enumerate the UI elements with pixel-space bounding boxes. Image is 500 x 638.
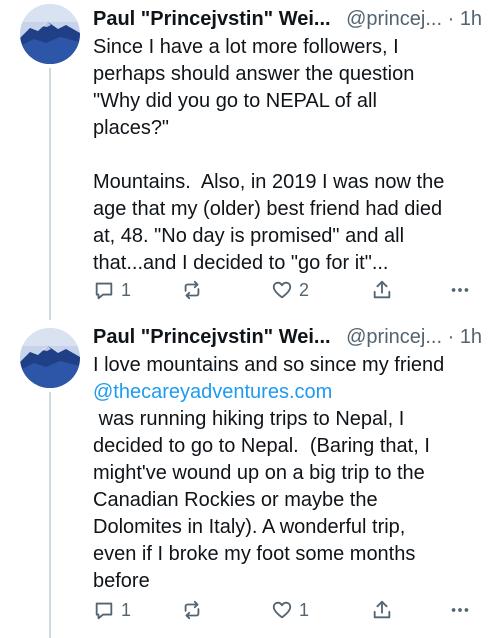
post-text-intro: I love mountains and so since my friend [93,354,445,376]
reply-icon [95,602,113,620]
author-handle[interactable]: @princej... [346,326,442,348]
like-button[interactable]: 2 [271,276,309,304]
reply-count: 1 [121,279,132,300]
repost-button[interactable] [181,596,203,624]
like-count: 1 [299,599,310,620]
reply-button[interactable]: 1 [93,276,131,304]
heart-icon [272,601,292,619]
repost-button[interactable] [181,276,203,304]
more-icon [451,288,469,292]
more-options-button[interactable] [449,276,471,304]
mountain-avatar-image [20,328,80,388]
post-text: Since I have a lot more followers, I per… [93,36,445,274]
action-bar: 1 1 [93,596,478,624]
more-options-button[interactable] [449,596,471,624]
avatar[interactable] [20,328,80,388]
share-icon [373,280,391,299]
separator-dot: · [447,8,455,30]
author-handle[interactable]: @princej... [346,8,442,30]
post-1[interactable]: Paul "Princejvstin" Wei... @princej... ·… [0,0,500,320]
post-text-rest: was running hiking trips to Nepal, I dec… [93,408,430,592]
mountain-avatar-image [20,4,80,64]
action-bar: 1 2 [93,276,478,304]
post-header: Paul "Princejvstin" Wei... @princej... ·… [93,4,488,34]
avatar[interactable] [20,4,80,64]
share-icon [373,600,391,619]
post-2[interactable]: Paul "Princejvstin" Wei... @princej... ·… [0,320,500,638]
share-button[interactable] [371,276,393,304]
reply-button[interactable]: 1 [93,596,131,624]
more-icon [451,608,469,612]
share-button[interactable] [371,596,393,624]
like-count: 2 [299,279,310,300]
post-text: I love mountains and so since my friend … [93,352,488,595]
repost-icon [184,600,200,620]
thread-line [49,392,51,638]
heart-icon [272,281,292,299]
like-button[interactable]: 1 [271,596,309,624]
post-header: Paul "Princejvstin" Wei... @princej... ·… [93,322,488,352]
reply-count: 1 [121,599,132,620]
repost-icon [184,280,200,300]
reply-icon [95,282,113,300]
author-name[interactable]: Paul "Princejvstin" Wei... [93,326,331,348]
thread-line [49,68,51,320]
author-name[interactable]: Paul "Princejvstin" Wei... [93,8,331,30]
post-time[interactable]: 1h [460,8,482,30]
separator-dot: · [447,326,455,348]
post-time[interactable]: 1h [460,326,482,348]
mention-link[interactable]: @thecareyadventures.com [93,381,332,403]
